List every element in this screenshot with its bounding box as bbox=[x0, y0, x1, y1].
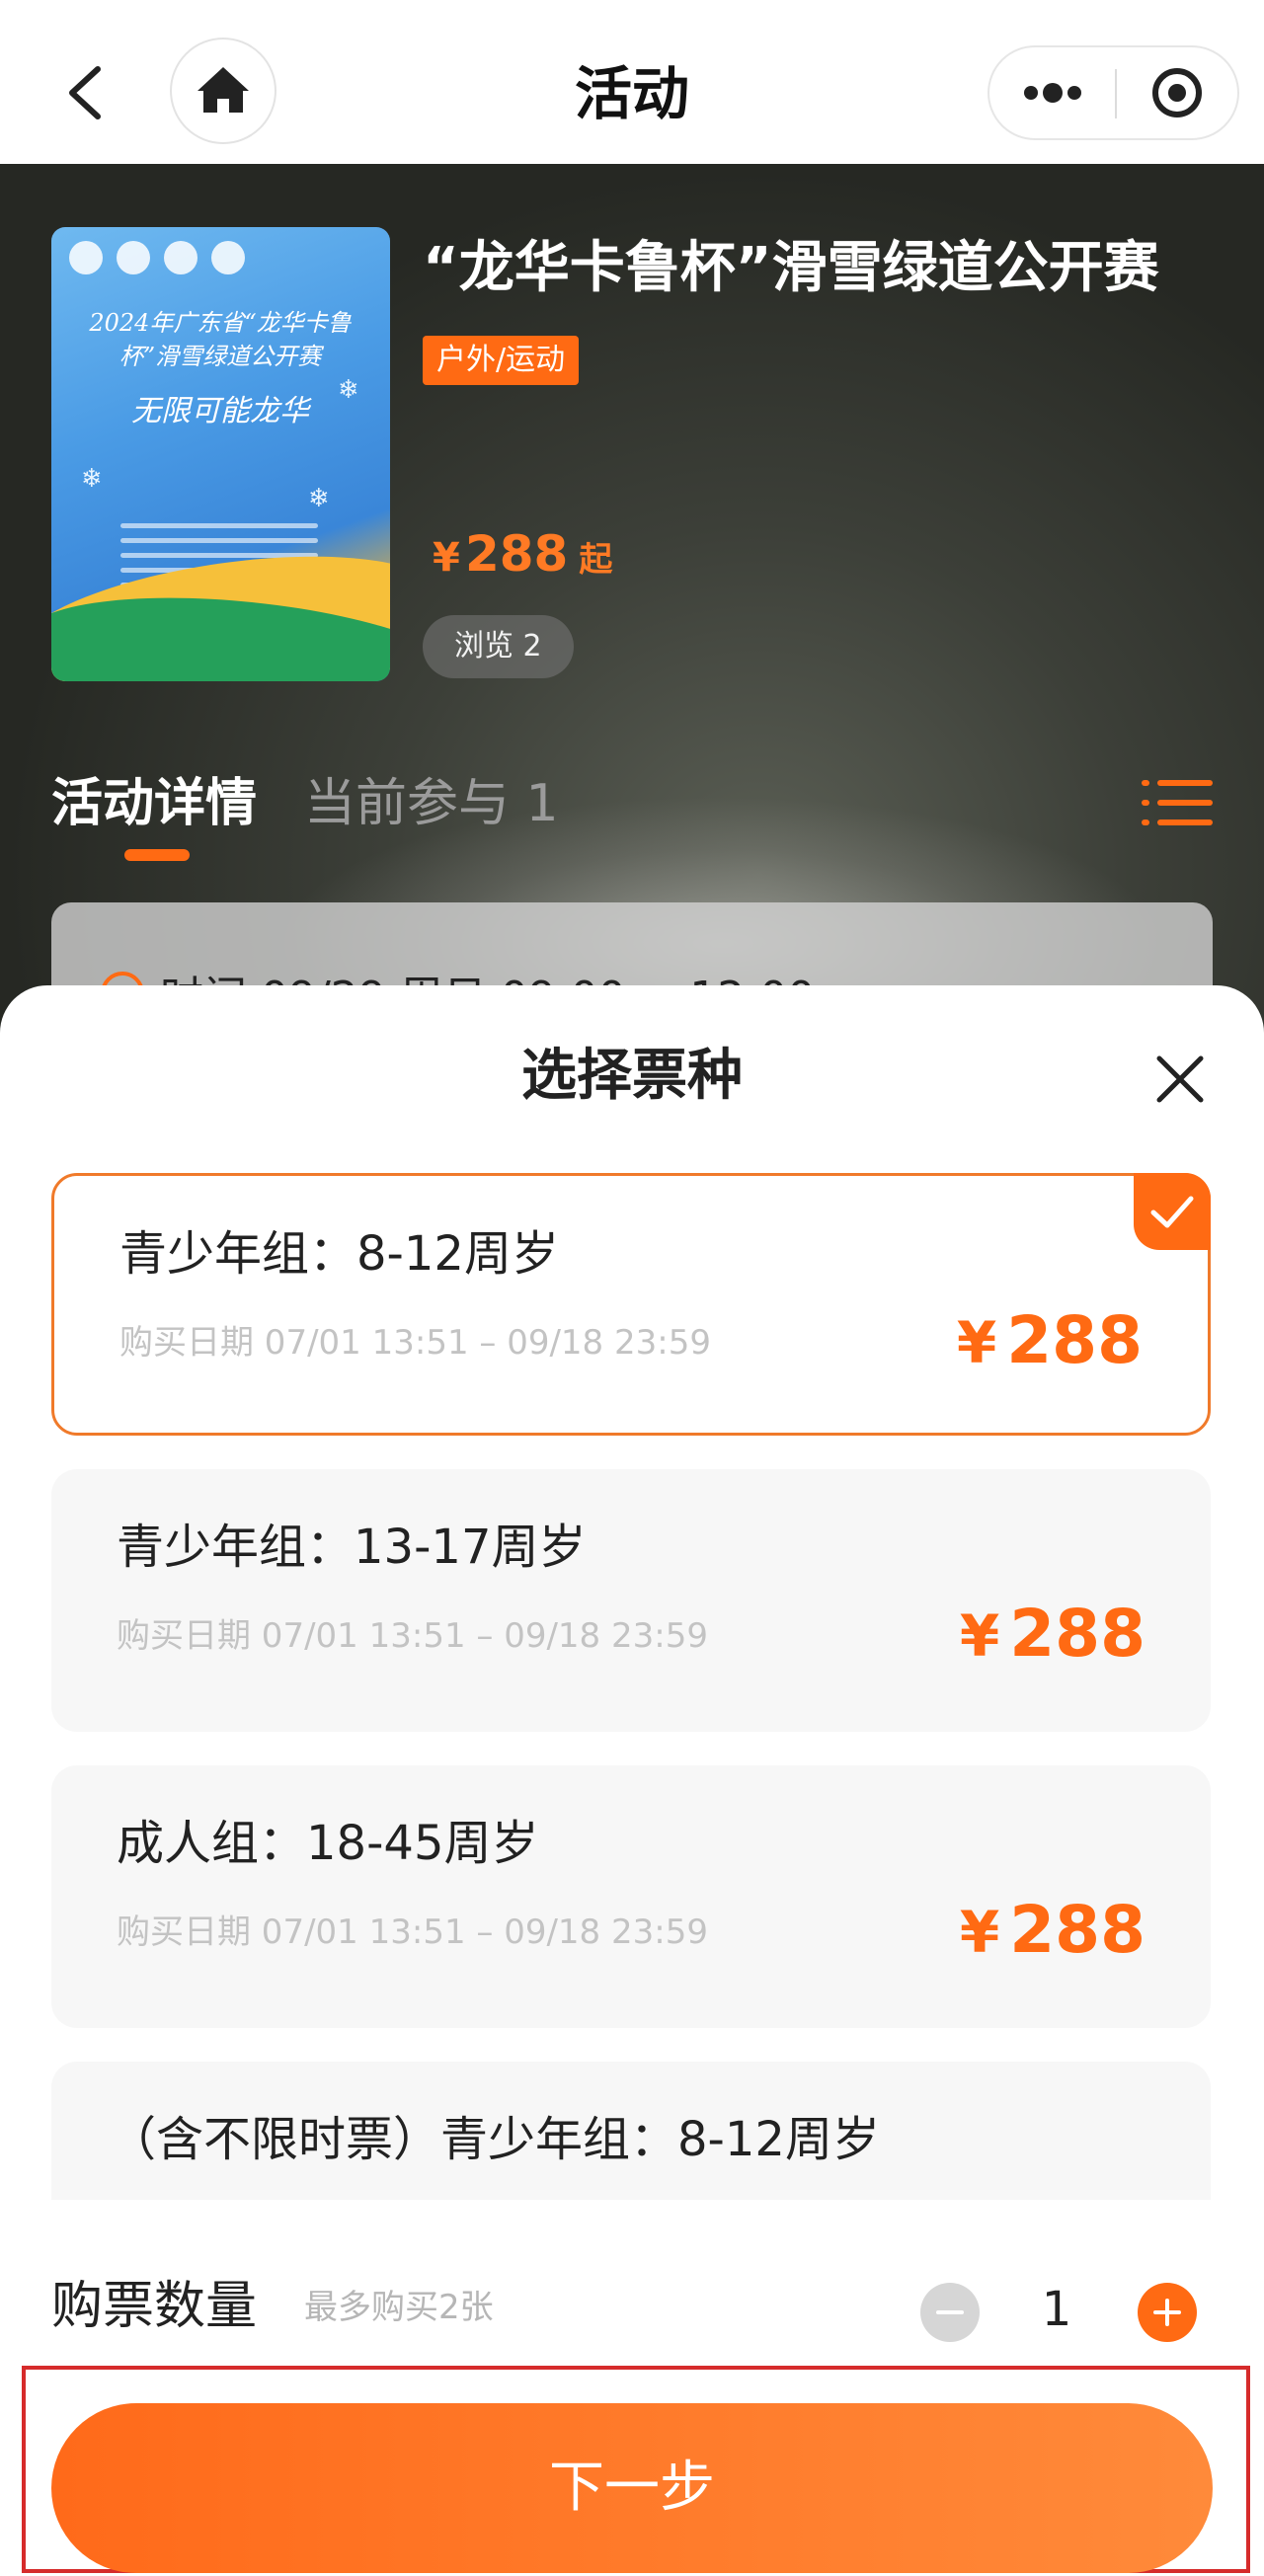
ticket-currency: ¥ bbox=[959, 1602, 1000, 1670]
ticket-price-value: 288 bbox=[1006, 1302, 1143, 1378]
ticket-option-youth-13-17[interactable]: 青少年组：13-17周岁 购买日期 07/01 13:51 – 09/18 23… bbox=[51, 1469, 1211, 1732]
ticket-list[interactable]: 青少年组：8-12周岁 购买日期 07/01 13:51 – 09/18 23:… bbox=[0, 1173, 1264, 2200]
close-icon bbox=[1156, 1055, 1204, 1103]
poster-headline: 2024年广东省“龙华卡鲁杯”滑雪绿道公开赛 bbox=[89, 309, 352, 370]
quantity-value: 1 bbox=[1041, 2282, 1072, 2337]
decrease-quantity-button[interactable] bbox=[920, 2283, 980, 2342]
plus-icon bbox=[1153, 2299, 1181, 2326]
event-poster-image[interactable]: 2024年广东省“龙华卡鲁杯”滑雪绿道公开赛 无限可能龙华 ❄ ❄ ❄ bbox=[51, 227, 390, 681]
price-value: 288 bbox=[464, 525, 569, 583]
close-mini-program-button[interactable] bbox=[1117, 47, 1237, 138]
list-menu-button[interactable] bbox=[1138, 768, 1217, 837]
price-suffix: 起 bbox=[579, 540, 613, 580]
ticket-selection-sheet: 选择票种 青少年组：8-12周岁 购买日期 07/01 13:51 – 09/1… bbox=[0, 985, 1264, 2576]
snowflake-icon: ❄ bbox=[308, 484, 330, 513]
tab-activity-details[interactable]: 活动详情 bbox=[51, 768, 257, 839]
next-step-button[interactable]: 下一步 bbox=[51, 2403, 1213, 2573]
ticket-option-unlimited-youth-8-12[interactable]: （含不限时票）青少年组：8-12周岁 bbox=[51, 2062, 1211, 2200]
ticket-name: 青少年组：8-12周岁 bbox=[119, 1226, 559, 1282]
selected-check-badge bbox=[1134, 1173, 1211, 1250]
increase-quantity-button[interactable] bbox=[1138, 2283, 1197, 2342]
price-currency: ¥ bbox=[433, 535, 460, 581]
ticket-price-value: 288 bbox=[1009, 1892, 1146, 1968]
ticket-name: 青少年组：13-17周岁 bbox=[117, 1520, 587, 1575]
more-dots-icon bbox=[1024, 83, 1081, 103]
close-button[interactable] bbox=[1146, 1045, 1215, 1114]
snowflake-icon: ❄ bbox=[81, 464, 103, 494]
ticket-option-adult-18-45[interactable]: 成人组：18-45周岁 购买日期 07/01 13:51 – 09/18 23:… bbox=[51, 1765, 1211, 2028]
tab-current-participants[interactable]: 当前参与 1 bbox=[304, 768, 559, 839]
ticket-price: ¥288 bbox=[960, 1886, 1146, 1991]
quantity-hint: 最多购买2张 bbox=[304, 2288, 494, 2327]
mini-program-capsule bbox=[988, 45, 1239, 140]
minus-icon bbox=[936, 2310, 964, 2314]
ticket-price-value: 288 bbox=[1009, 1596, 1146, 1672]
active-tab-indicator bbox=[124, 849, 190, 861]
checkmark-icon bbox=[1150, 1196, 1194, 1228]
ticket-name: 成人组：18-45周岁 bbox=[117, 1816, 539, 1871]
ticket-name: （含不限时票）青少年组：8-12周岁 bbox=[109, 2112, 880, 2167]
ticket-purchase-date: 购买日期 07/01 13:51 – 09/18 23:59 bbox=[117, 1616, 708, 1656]
target-icon bbox=[1152, 68, 1202, 117]
ticket-price: ¥288 bbox=[957, 1296, 1143, 1402]
ticket-currency: ¥ bbox=[956, 1309, 997, 1376]
quantity-label: 购票数量 bbox=[51, 2277, 258, 2336]
snowflake-icon: ❄ bbox=[338, 375, 359, 405]
more-button[interactable] bbox=[989, 47, 1115, 138]
sheet-title: 选择票种 bbox=[521, 1044, 743, 1108]
top-navigation-bar: 活动 bbox=[0, 0, 1264, 164]
ticket-option-youth-8-12[interactable]: 青少年组：8-12周岁 购买日期 07/01 13:51 – 09/18 23:… bbox=[51, 1173, 1211, 1436]
event-title: “龙华卡鲁杯”滑雪绿道公开赛 bbox=[423, 236, 1159, 300]
event-price: ¥ 288 起 bbox=[433, 525, 612, 583]
list-icon bbox=[1142, 780, 1213, 825]
ticket-purchase-date: 购买日期 07/01 13:51 – 09/18 23:59 bbox=[119, 1323, 711, 1363]
ticket-price: ¥288 bbox=[960, 1590, 1146, 1695]
ticket-currency: ¥ bbox=[959, 1899, 1000, 1966]
category-tag: 户外/运动 bbox=[423, 336, 580, 385]
ticket-purchase-date: 购买日期 07/01 13:51 – 09/18 23:59 bbox=[117, 1912, 708, 1952]
poster-logos bbox=[69, 241, 365, 280]
poster-slogan: 无限可能龙华 bbox=[131, 394, 309, 429]
view-count-badge: 浏览 2 bbox=[423, 615, 574, 678]
